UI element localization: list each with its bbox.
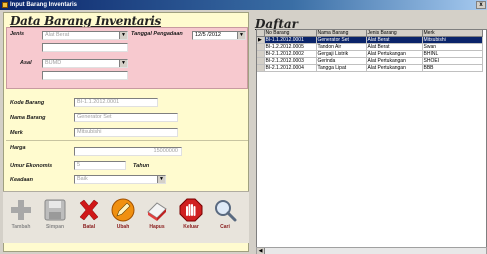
table-cell[interactable]: Alat Pertukangan [366, 50, 423, 58]
cancel-x-icon [77, 198, 101, 222]
table-row[interactable]: ▶ BI-1.1.2012.0001 Generator Set Alat Be… [257, 36, 483, 44]
table-cell[interactable]: BBB [422, 64, 483, 72]
table-cell[interactable]: BI-1.2.2012.0005 [264, 43, 317, 51]
table-cell[interactable]: Generator Set [316, 36, 367, 44]
current-row-pointer-icon: ▶ [257, 36, 265, 44]
row-indicator [257, 50, 265, 58]
merk-label: Merk [10, 130, 23, 136]
table-cell[interactable]: Alat Berat [366, 36, 423, 44]
table-cell[interactable]: Alat Pertukangan [366, 57, 423, 65]
table-cell[interactable]: Mitsubishi [422, 36, 483, 44]
close-button[interactable]: x [476, 1, 486, 9]
app-icon [2, 2, 8, 8]
table-row[interactable]: BI-2.1.2012.0002 Gergaji Listrik Alat Pe… [257, 50, 483, 58]
form-heading: Data Barang Inventaris [10, 14, 162, 28]
simpan-button[interactable]: Simpan [41, 198, 69, 230]
jenis-select[interactable]: Alat Berat ▼ [42, 31, 128, 40]
table-cell[interactable]: BI-1.1.2012.0001 [264, 36, 317, 44]
table-cell[interactable]: Gerinda [316, 57, 367, 65]
asal-label: Asal [20, 60, 32, 66]
jenis-extra-field[interactable] [42, 43, 128, 52]
eraser-icon [145, 198, 169, 222]
search-icon [213, 198, 237, 222]
title-bar: Input Barang Inventaris x [0, 0, 487, 10]
tanggal-label: Tanggal Pengadaan [131, 31, 183, 37]
tambah-button[interactable]: Tambah [7, 198, 35, 230]
umur-unit-label: Tahun [133, 163, 150, 169]
table-row[interactable]: BI-2.1.2012.0004 Tangga Lipat Alat Pertu… [257, 64, 483, 72]
keadaan-label: Keadaan [10, 177, 33, 183]
asal-select[interactable]: BUMD ▼ [42, 59, 128, 68]
kode-field[interactable]: BI-1.1.2012.0001 [74, 98, 158, 107]
table-cell[interactable]: Alat Berat [366, 43, 423, 51]
asal-extra-field[interactable] [42, 71, 128, 80]
chevron-down-icon[interactable]: ▼ [119, 32, 127, 39]
inventory-grid[interactable]: No Barang Nama Barang Jenis Barang Merk … [256, 29, 487, 254]
window-title: Input Barang Inventaris [10, 2, 78, 8]
row-indicator [257, 57, 265, 65]
row-indicator [257, 64, 265, 72]
batal-button[interactable]: Batal [75, 198, 103, 230]
harga-label: Harga [10, 145, 26, 151]
table-row[interactable]: BI-2.1.2012.0003 Gerinda Alat Pertukanga… [257, 57, 483, 65]
chevron-down-icon[interactable]: ▼ [157, 176, 165, 183]
table-cell[interactable]: Swan [422, 43, 483, 51]
keadaan-select[interactable]: Baik ▼ [74, 175, 166, 184]
table-cell[interactable]: SHOEI [422, 57, 483, 65]
tanggal-date-picker[interactable]: 12/5 /2012 ▼ [192, 31, 246, 40]
edit-pencil-icon [111, 198, 135, 222]
table-row[interactable]: BI-1.2.2012.0005 Tandon Air Alat Berat S… [257, 43, 483, 51]
table-cell[interactable]: Gergaji Listrik [316, 50, 367, 58]
table-cell[interactable]: BHINL [422, 50, 483, 58]
plus-icon [9, 198, 33, 222]
ubah-button[interactable]: Ubah [109, 198, 137, 230]
kode-label: Kode Barang [10, 100, 45, 106]
merk-field[interactable]: Mitsubishi [74, 128, 178, 137]
scroll-left-icon[interactable]: ◀ [257, 248, 265, 254]
umur-field[interactable]: 5 [74, 161, 126, 170]
jenis-label: Jenis [10, 31, 25, 37]
action-toolbar: Tambah Simpan Batal Ubah Hapus Keluar Ca… [3, 191, 249, 243]
chevron-down-icon[interactable]: ▼ [119, 60, 127, 67]
nama-field[interactable]: Generator Set [74, 113, 178, 122]
horizontal-scrollbar[interactable]: ◀ [256, 247, 487, 254]
calendar-dropdown-icon[interactable]: ▼ [237, 32, 245, 39]
keluar-button[interactable]: Keluar [177, 198, 205, 230]
table-cell[interactable]: BI-2.1.2012.0002 [264, 50, 317, 58]
hapus-button[interactable]: Hapus [143, 198, 171, 230]
table-cell[interactable]: Tandon Air [316, 43, 367, 51]
cari-button[interactable]: Cari [211, 198, 239, 230]
nama-label: Nama Barang [10, 115, 46, 121]
harga-field[interactable]: 15000000 [74, 147, 182, 156]
floppy-disk-icon [43, 198, 67, 222]
divider [6, 140, 248, 141]
window-client: Data Barang Inventaris Jenis Alat Berat ▼… [0, 10, 487, 254]
table-cell[interactable]: BI-2.1.2012.0003 [264, 57, 317, 65]
table-cell[interactable]: Alat Pertukangan [366, 64, 423, 72]
row-indicator [257, 43, 265, 51]
table-cell[interactable]: Tangga Lipat [316, 64, 367, 72]
table-cell[interactable]: BI-2.1.2012.0004 [264, 64, 317, 72]
umur-label: Umur Ekonomis [10, 163, 53, 169]
stop-hand-icon [179, 198, 203, 222]
